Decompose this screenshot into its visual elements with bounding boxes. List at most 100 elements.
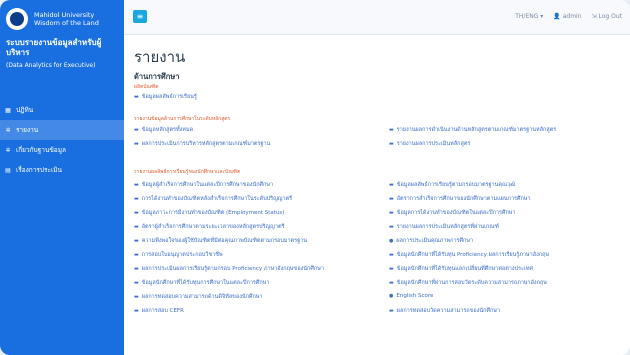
system-title-line1: ระบบรายงานข้อมูลสำหรับผู้ bbox=[6, 38, 102, 47]
report-link[interactable]: ▬ อัตราผู้สำเร็จการศึกษาตามระยะเวลาของหลั… bbox=[134, 223, 284, 231]
report-link-label: รายงานผลการประเมินหลักสูตร bbox=[396, 141, 471, 147]
chart-icon: ▬ bbox=[134, 210, 139, 216]
report-link[interactable]: ▬ ข้อมูลนักศึกษาที่ได้รับทุนการศึกษาในแต่… bbox=[134, 279, 269, 287]
report-link[interactable]: ▬ ผลการประเมินการบริหารหลักสูตรตามเกณฑ์มา… bbox=[134, 140, 270, 148]
report-link-label: ข้อมูลนักศึกษาที่ได้รับทุนการศึกษาในแต่ล… bbox=[141, 280, 270, 286]
sidebar-item-label: รายงาน bbox=[16, 126, 39, 134]
language-switch[interactable]: TH/ENG ▾ bbox=[515, 13, 543, 20]
chart-icon: ▬ bbox=[389, 266, 394, 272]
report-link-label: การได้งานทำของบัณฑิตหลังสำเร็จการศึกษาใน… bbox=[141, 196, 293, 202]
logout-link[interactable]: ⇲ Log Out bbox=[592, 13, 622, 20]
chart-icon: ▬ bbox=[134, 266, 139, 272]
group-title: ผลิตบัณฑิต bbox=[134, 84, 159, 90]
report-link-label: ผลการทดสอบวัดความสามารถของนักศึกษา bbox=[396, 308, 501, 314]
user-icon: 👤 bbox=[553, 13, 561, 20]
report-link[interactable]: ▬ ผลการสอบ CEFR bbox=[134, 307, 184, 315]
report-link[interactable]: ▬ ข้อมูลการได้งานทำของบัณฑิตในแต่ละปีการศ… bbox=[389, 209, 516, 217]
system-title-line2: บริหาร bbox=[6, 48, 30, 57]
university-logo bbox=[6, 8, 28, 30]
report-link[interactable]: ▬ ข้อมูลนักศึกษาที่ได้รับทุน Proficiency … bbox=[389, 251, 549, 259]
report-link[interactable]: ▬ ข้อมูลผู้สำเร็จการศึกษาในแต่ละปีการศึกษ… bbox=[134, 181, 273, 189]
sidebar: Mahidol University Wisdom of the Land ระ… bbox=[0, 0, 124, 355]
section-title: ด้านการศึกษา bbox=[134, 72, 180, 81]
report-link[interactable]: ▬ ข้อมูลนักศึกษาที่ได้รับทุนแลกเปลี่ยนที่… bbox=[389, 265, 533, 273]
report-link-label: ข้อมูลผลลัพธ์การเรียนรู้ตามกรอบมาตรฐานคุ… bbox=[396, 182, 516, 188]
report-link[interactable]: ▬ รายงานผลการดำเนินงานด้านหลักสูตรตามเกณฑ… bbox=[389, 126, 556, 134]
report-link-label: ความพึงพอใจของผู้ใช้บัณฑิตที่มีต่อคุณภาพ… bbox=[141, 238, 307, 244]
topbar: ≡ TH/ENG ▾ 👤 admin ⇲ Log Out bbox=[124, 0, 630, 35]
chart-icon: ▬ bbox=[389, 196, 394, 202]
report-link[interactable]: ▬ ข้อมูลผลลัพธ์การเรียนรู้ตามกรอบมาตรฐานค… bbox=[389, 181, 515, 189]
sidebar-item-reports[interactable]: ✲ รายงาน bbox=[0, 120, 124, 140]
gear-icon: ✲ bbox=[5, 146, 11, 154]
language-label: TH/ENG bbox=[515, 13, 539, 20]
sidebar-item-label: เรื่องการประเมิน bbox=[16, 166, 62, 174]
report-link[interactable]: ▬ ข้อมูลผลลัพธ์การเรียนรู้ bbox=[134, 93, 197, 101]
report-link[interactable]: ▬ ข้อมูลนักศึกษาที่ผ่านการสอบวัดระดับความ… bbox=[389, 279, 547, 287]
logo-emblem bbox=[10, 12, 24, 26]
sidebar-nav: ▦ ปฏิทิน ✲ รายงาน ✲ เกี่ยวกับฐานข้อมูล ▤… bbox=[0, 100, 124, 180]
logout-label: Log Out bbox=[598, 13, 622, 20]
group-title: รายงานผลลัพธ์การเรียนรู้ของนักศึกษาและบั… bbox=[134, 169, 241, 175]
report-link-label: ผลการประเมินการบริหารหลักสูตรตามเกณฑ์มาต… bbox=[141, 141, 271, 147]
report-link-label: ข้อมูลผลลัพธ์การเรียนรู้ bbox=[141, 94, 197, 100]
report-link-label: ข้อมูลนักศึกษาที่ได้รับทุน Proficiency ผ… bbox=[396, 252, 550, 258]
sidebar-item-label: เกี่ยวกับฐานข้อมูล bbox=[16, 146, 66, 154]
report-link-label: รายงานผลการประเมินหลักสูตรที่ผ่านเกณฑ์ bbox=[396, 224, 499, 230]
report-link[interactable]: ▬ ความพึงพอใจของผู้ใช้บัณฑิตที่มีต่อคุณภา… bbox=[134, 237, 307, 245]
report-link-label: ผลการประเมินคุณภาพการศึกษา bbox=[396, 238, 474, 244]
chart-icon: ▬ bbox=[389, 210, 394, 216]
brand-text: Mahidol University Wisdom of the Land bbox=[34, 11, 99, 27]
report-link[interactable]: ▬ การสอบใบอนุญาตประกอบวิชาชีพ bbox=[134, 251, 223, 259]
report-link[interactable]: ▬ รายงานผลการประเมินหลักสูตรที่ผ่านเกณฑ์ bbox=[389, 223, 499, 231]
report-link[interactable]: ▬ การได้งานทำของบัณฑิตหลังสำเร็จการศึกษาใ… bbox=[134, 195, 292, 203]
report-link-label: รายงานผลการดำเนินงานด้านหลักสูตรตามเกณฑ์… bbox=[396, 127, 557, 133]
sidebar-item-calendar[interactable]: ▦ ปฏิทิน bbox=[0, 100, 124, 120]
chart-icon: ▬ bbox=[134, 141, 139, 147]
report-link[interactable]: ▬ อัตราการสำเร็จการศึกษาของนักศึกษาตามแผน… bbox=[389, 195, 531, 203]
report-link[interactable]: ▬ ข้อมูลภาวะการมีงานทำของบัณฑิต (Employme… bbox=[134, 209, 284, 217]
user-name: admin bbox=[562, 13, 582, 20]
chart-icon: ▬ bbox=[389, 127, 394, 133]
user-menu[interactable]: 👤 admin bbox=[553, 13, 581, 20]
globe-icon: ● bbox=[389, 238, 394, 244]
chart-icon: ▬ bbox=[389, 141, 394, 147]
report-link[interactable]: ▬ ผลการทดสอบวัดความสามารถของนักศึกษา bbox=[389, 307, 500, 315]
report-link[interactable]: ● ผลการประเมินคุณภาพการศึกษา bbox=[389, 237, 473, 245]
system-subtitle: (Data Analytics for Executive) bbox=[6, 62, 96, 69]
chart-icon: ▬ bbox=[134, 280, 139, 286]
report-link[interactable]: ● English Score bbox=[389, 293, 433, 299]
report-link[interactable]: ▬ ข้อมูลหลักสูตรทั้งหมด bbox=[134, 126, 193, 134]
app-window: Mahidol University Wisdom of the Land ระ… bbox=[0, 0, 630, 355]
chart-icon: ▬ bbox=[389, 280, 394, 286]
system-title: ระบบรายงานข้อมูลสำหรับผู้ บริหาร bbox=[0, 36, 124, 58]
chart-icon: ▬ bbox=[134, 252, 139, 258]
chart-icon: ▬ bbox=[134, 127, 139, 133]
chart-icon: ▬ bbox=[389, 182, 394, 188]
report-link-label: ผลการสอบ CEFR bbox=[141, 308, 184, 314]
sidebar-item-about-data[interactable]: ✲ เกี่ยวกับฐานข้อมูล bbox=[0, 140, 124, 160]
document-icon: ▤ bbox=[5, 166, 11, 174]
report-link-label: ข้อมูลภาวะการมีงานทำของบัณฑิต (Employmen… bbox=[141, 210, 285, 216]
chart-icon: ▬ bbox=[389, 224, 394, 230]
chart-icon: ▬ bbox=[134, 308, 139, 314]
report-link-label: ข้อมูลนักศึกษาที่ผ่านการสอบวัดระดับความส… bbox=[396, 280, 547, 286]
report-link[interactable]: ▬ ผลการทดสอบความสามารถด้านดิจิทัลของนักศึ… bbox=[134, 293, 263, 301]
chart-icon: ▬ bbox=[134, 238, 139, 244]
chart-icon: ▬ bbox=[134, 182, 139, 188]
report-link[interactable]: ▬ รายงานผลการประเมินหลักสูตร bbox=[389, 140, 470, 148]
report-link-label: อัตราผู้สำเร็จการศึกษาตามระยะเวลาของหลัก… bbox=[141, 224, 285, 230]
sidebar-item-evaluation[interactable]: ▤ เรื่องการประเมิน bbox=[0, 160, 124, 180]
report-link-label: ข้อมูลผู้สำเร็จการศึกษาในแต่ละปีการศึกษา… bbox=[141, 182, 274, 188]
calendar-icon: ▦ bbox=[5, 106, 11, 114]
logout-icon: ⇲ bbox=[591, 13, 597, 20]
gear-icon: ✲ bbox=[5, 126, 11, 134]
chart-icon: ▬ bbox=[389, 308, 394, 314]
chart-icon: ▬ bbox=[134, 294, 139, 300]
page-title: รายงาน bbox=[134, 48, 186, 66]
menu-toggle-button[interactable]: ≡ bbox=[133, 10, 147, 23]
report-link-label: English Score bbox=[396, 293, 434, 299]
report-link[interactable]: ▬ ผลการประเมินผลการเรียนรู้ตามกรอบ Profic… bbox=[134, 265, 324, 273]
report-link-label: ผลการทดสอบความสามารถด้านดิจิทัลของนักศึก… bbox=[141, 294, 263, 300]
chart-icon: ▬ bbox=[389, 252, 394, 258]
